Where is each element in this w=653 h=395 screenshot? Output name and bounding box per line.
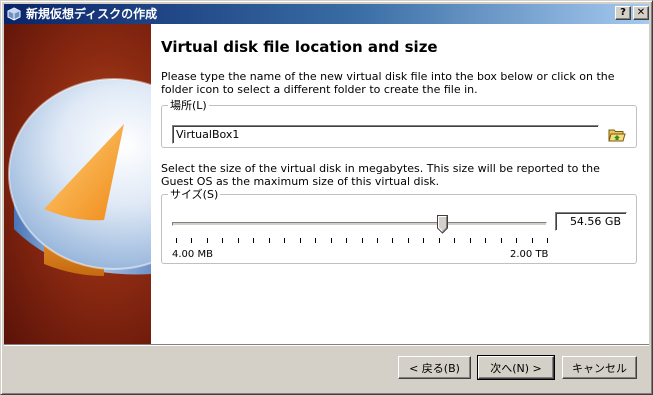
slider-tick bbox=[222, 238, 223, 243]
virtualbox-icon bbox=[6, 6, 22, 22]
size-slider-track[interactable] bbox=[172, 222, 547, 226]
disk-illustration bbox=[8, 78, 151, 276]
slider-tick bbox=[315, 238, 316, 243]
location-description: Please type the name of the new virtual … bbox=[161, 70, 615, 96]
size-max-label: 2.00 TB bbox=[510, 249, 549, 260]
slider-tick bbox=[392, 238, 393, 243]
title-bar[interactable]: 新規仮想ディスクの作成 ? ✕ bbox=[4, 4, 649, 24]
size-group: サイズ(S) 4.00 MB 2.00 TB bbox=[161, 188, 637, 264]
size-value-field[interactable] bbox=[555, 212, 627, 231]
location-input[interactable] bbox=[172, 125, 599, 144]
slider-tick bbox=[439, 238, 440, 243]
back-button[interactable]: < 戻る(B) bbox=[398, 356, 471, 379]
slider-tick bbox=[238, 238, 239, 243]
page-title: Virtual disk file location and size bbox=[161, 38, 438, 56]
location-group: 場所(L) bbox=[161, 99, 637, 148]
help-button[interactable]: ? bbox=[615, 6, 631, 20]
wizard-content: Virtual disk file location and size Plea… bbox=[151, 24, 649, 344]
slider-tick bbox=[532, 238, 533, 243]
slider-tick bbox=[377, 238, 378, 243]
slider-tick bbox=[300, 238, 301, 243]
wizard-window: 新規仮想ディスクの作成 ? ✕ Virtual disk file locati… bbox=[0, 0, 653, 395]
next-button[interactable]: 次へ(N) > bbox=[477, 355, 555, 380]
slider-tick bbox=[284, 238, 285, 243]
slider-tick bbox=[362, 238, 363, 243]
slider-tick bbox=[470, 238, 471, 243]
slider-tick bbox=[423, 238, 424, 243]
slider-tick bbox=[516, 238, 517, 243]
size-group-label: サイズ(S) bbox=[168, 188, 221, 201]
size-slider-ticks bbox=[176, 238, 548, 244]
slider-tick bbox=[191, 238, 192, 243]
folder-open-icon[interactable] bbox=[607, 125, 627, 145]
slider-tick bbox=[485, 238, 486, 243]
slider-tick bbox=[547, 238, 548, 243]
slider-tick bbox=[501, 238, 502, 243]
slider-tick bbox=[269, 238, 270, 243]
wizard-banner-image bbox=[4, 24, 151, 344]
location-group-label: 場所(L) bbox=[168, 99, 209, 112]
slider-tick bbox=[346, 238, 347, 243]
size-min-label: 4.00 MB bbox=[172, 249, 213, 260]
slider-tick bbox=[253, 238, 254, 243]
size-description: Select the size of the virtual disk in m… bbox=[161, 162, 600, 188]
close-button[interactable]: ✕ bbox=[633, 6, 649, 20]
slider-tick bbox=[176, 238, 177, 243]
slider-tick bbox=[331, 238, 332, 243]
slider-tick bbox=[207, 238, 208, 243]
window-title: 新規仮想ディスクの作成 bbox=[26, 7, 158, 21]
slider-tick bbox=[454, 238, 455, 243]
size-slider-thumb[interactable] bbox=[437, 215, 448, 234]
cancel-button[interactable]: キャンセル bbox=[562, 356, 637, 379]
button-separator bbox=[4, 344, 649, 346]
slider-tick bbox=[408, 238, 409, 243]
